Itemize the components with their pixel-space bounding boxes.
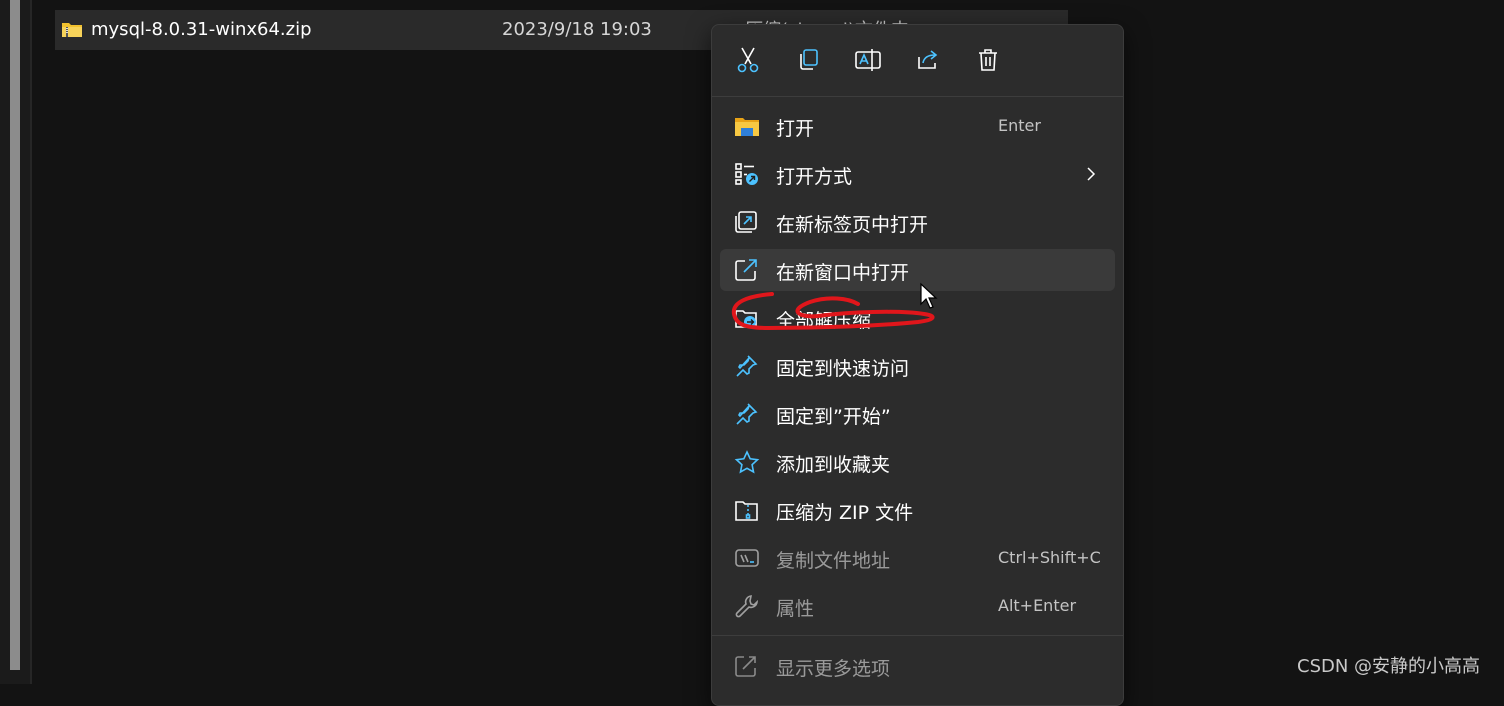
new-window-icon [735,259,757,281]
extract-all-icon [735,310,757,328]
menu-item-copy-path[interactable]: 复制文件地址 Ctrl+Shift+C [720,537,1115,579]
pin-icon [736,355,758,377]
cut-button[interactable] [734,46,762,74]
context-menu: 打开 Enter 打开方式 在新标签页中打开 在新窗口中打开 全部解压缩 固定到… [711,24,1124,706]
menu-item-label: 在新窗口中打开 [776,262,910,284]
scissors-icon [737,47,759,73]
watermark: CSDN @安静的小高高 [1297,656,1481,677]
menu-item-label: 固定到”开始” [776,406,891,428]
menu-item-label: 压缩为 ZIP 文件 [776,502,914,524]
menu-item-label: 打开方式 [776,166,853,188]
menu-item-shortcut: Enter [998,116,1041,135]
share-button[interactable] [914,46,942,74]
menu-item-label: 属性 [776,598,815,620]
menu-item-label: 固定到快速访问 [776,358,910,380]
menu-item-label: 复制文件地址 [776,550,891,572]
menu-item-label: 显示更多选项 [776,658,891,680]
copy-button[interactable] [794,46,822,74]
menu-item-show-more-options[interactable]: 显示更多选项 [720,645,1115,687]
new-tab-icon [735,211,757,233]
menu-item-open[interactable]: 打开 Enter [720,105,1115,147]
pin-icon [736,403,758,425]
zip-folder-icon [62,23,82,37]
menu-item-open-new-tab[interactable]: 在新标签页中打开 [720,201,1115,243]
menu-item-open-new-window[interactable]: 在新窗口中打开 [720,249,1115,291]
menu-item-label: 全部解压缩 [776,310,872,332]
pane-divider [30,0,32,684]
menu-item-label: 打开 [776,118,815,140]
file-date-modified: 2023/9/18 19:03 [502,19,652,40]
folder-icon [735,118,759,136]
menu-item-label: 添加到收藏夹 [776,454,891,476]
menu-separator [712,635,1123,636]
copy-icon [800,49,818,70]
zip-icon [735,501,758,521]
wrench-icon [735,595,759,618]
menu-item-properties[interactable]: 属性 Alt+Enter [720,585,1115,627]
menu-item-shortcut: Alt+Enter [998,596,1077,615]
chevron-right-icon [1087,167,1096,181]
more-options-icon [735,656,756,677]
trash-icon [979,49,997,71]
rename-icon [855,49,881,71]
open-with-icon [735,163,758,185]
context-menu-toolbar [712,25,1123,97]
menu-item-label: 在新标签页中打开 [776,214,929,236]
menu-item-pin-quick-access[interactable]: 固定到快速访问 [720,345,1115,387]
delete-button[interactable] [974,46,1002,74]
menu-item-compress-zip[interactable]: 压缩为 ZIP 文件 [720,489,1115,531]
star-icon [734,450,760,474]
share-icon [918,50,938,69]
menu-separator [712,96,1123,97]
menu-item-extract-all[interactable]: 全部解压缩 [720,297,1115,339]
rename-button[interactable] [854,46,882,74]
navigation-scrollbar[interactable] [10,0,20,670]
menu-item-open-with[interactable]: 打开方式 [720,153,1115,195]
menu-item-pin-start[interactable]: 固定到”开始” [720,393,1115,435]
copy-path-icon [735,549,759,567]
menu-item-shortcut: Ctrl+Shift+C [998,548,1101,567]
mouse-cursor-icon [920,282,938,309]
menu-item-add-favorites[interactable]: 添加到收藏夹 [720,441,1115,483]
file-name[interactable]: mysql-8.0.31-winx64.zip [91,19,312,40]
